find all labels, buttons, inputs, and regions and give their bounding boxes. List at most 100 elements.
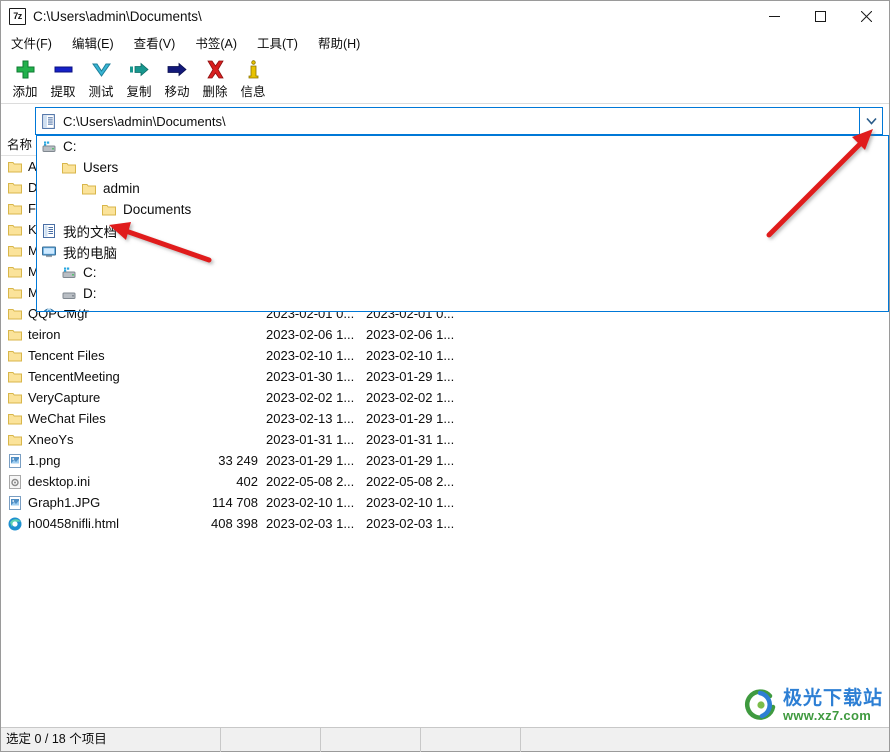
- settings-file-icon: [9, 474, 21, 489]
- dropdown-item-label: Users: [83, 160, 119, 175]
- extract-label: 提取: [50, 85, 76, 99]
- status-segment-3: [321, 727, 421, 752]
- move-button[interactable]: 移动: [158, 55, 196, 100]
- chevron-down-icon: [91, 57, 112, 82]
- file-name-cell: TencentMeeting: [1, 369, 188, 385]
- dropdown-item[interactable]: C:: [37, 136, 888, 157]
- menu-bookmarks[interactable]: 书签(A): [194, 32, 246, 54]
- file-created-cell: 2023-01-29 1...: [366, 411, 455, 426]
- folder-icon: [62, 162, 76, 173]
- table-row[interactable]: desktop.ini 402 2022-05-08 2... 2022-05-08 …: [1, 471, 889, 492]
- minimize-button[interactable]: [751, 1, 797, 32]
- dropdown-item[interactable]: admin: [37, 178, 888, 199]
- file-name-cell: VeryCapture: [1, 390, 188, 406]
- app-icon: 7z: [9, 8, 26, 25]
- dropdown-item[interactable]: 网络: [37, 304, 888, 312]
- image-file-icon: [9, 453, 21, 468]
- table-row[interactable]: h00458nifli.html 408 398 2023-02-03 1... 20…: [1, 513, 889, 534]
- file-name-cell: WeChat Files: [1, 411, 188, 427]
- dropdown-item[interactable]: Documents: [37, 199, 888, 220]
- copy-button[interactable]: 复制: [120, 55, 158, 100]
- folder-icon: [8, 266, 22, 277]
- file-name-label: XneoYs: [28, 432, 74, 447]
- table-row[interactable]: TencentMeeting 2023-01-30 1... 2023-01-29 …: [1, 366, 889, 387]
- file-modified-cell: 2023-02-10 1...: [266, 348, 355, 363]
- drive-icon: [62, 267, 76, 278]
- test-button[interactable]: 测试: [82, 55, 120, 100]
- dropdown-item-label: C:: [63, 139, 77, 154]
- documents-icon: [43, 223, 55, 238]
- path-input[interactable]: C:\Users\admin\Documents\: [35, 107, 859, 135]
- table-row[interactable]: WeChat Files 2023-02-13 1... 2023-01-29 1.…: [1, 408, 889, 429]
- move-arrow-icon: [167, 57, 188, 82]
- toolbar: 添加 提取 测试 复制 移动 删除 信息: [1, 53, 889, 104]
- folder-icon: [8, 371, 22, 382]
- status-segment-4: [421, 727, 521, 752]
- file-name-label: WeChat Files: [28, 411, 106, 426]
- file-name-label: desktop.ini: [28, 474, 91, 489]
- file-name-label: TencentMeeting: [28, 369, 120, 384]
- dropdown-item-label: Documents: [123, 202, 192, 217]
- file-created-cell: 2023-02-06 1...: [366, 327, 455, 342]
- file-name-cell: Graph1.JPG: [1, 495, 188, 511]
- test-label: 测试: [88, 85, 114, 99]
- table-row[interactable]: Graph1.JPG 114 708 2023-02-10 1... 2023-02-…: [1, 492, 889, 513]
- window-controls: [751, 1, 889, 32]
- menu-file[interactable]: 文件(F): [10, 32, 61, 54]
- file-size-cell: 33 249: [218, 453, 258, 468]
- menu-help[interactable]: 帮助(H): [317, 32, 369, 54]
- folder-icon: [8, 308, 22, 319]
- window-title: C:\Users\admin\Documents\: [33, 9, 202, 24]
- file-name-cell: h00458nifli.html: [1, 516, 188, 532]
- dropdown-item-label: 我的电脑: [63, 245, 117, 261]
- dropdown-item-label: 网络: [63, 305, 90, 312]
- extract-button[interactable]: 提取: [44, 55, 82, 100]
- menu-view[interactable]: 查看(V): [133, 32, 185, 54]
- table-row[interactable]: teiron 2023-02-06 1... 2023-02-06 1...: [1, 324, 889, 345]
- dropdown-item[interactable]: Users: [37, 157, 888, 178]
- file-modified-cell: 2023-01-30 1...: [266, 369, 355, 384]
- dropdown-item[interactable]: D:: [37, 283, 888, 304]
- menu-edit[interactable]: 编辑(E): [71, 32, 123, 54]
- table-row[interactable]: VeryCapture 2023-02-02 1... 2023-02-02 1..…: [1, 387, 889, 408]
- file-name-cell: 1.png: [1, 453, 188, 469]
- close-button[interactable]: [843, 1, 889, 32]
- info-label: 信息: [240, 85, 266, 99]
- dropdown-item[interactable]: C:: [37, 262, 888, 283]
- folder-icon: [8, 413, 22, 424]
- delete-x-icon: [205, 57, 226, 82]
- maximize-button[interactable]: [797, 1, 843, 32]
- add-button[interactable]: 添加: [6, 55, 44, 100]
- file-created-cell: 2023-02-02 1...: [366, 390, 455, 405]
- file-name-label: Graph1.JPG: [28, 495, 101, 510]
- file-modified-cell: 2023-02-02 1...: [266, 390, 355, 405]
- plus-icon: [15, 57, 36, 82]
- folder-icon: [8, 350, 22, 361]
- file-modified-cell: 2023-02-06 1...: [266, 327, 355, 342]
- dropdown-item[interactable]: 我的电脑: [37, 241, 888, 262]
- table-row[interactable]: XneoYs 2023-01-31 1... 2023-01-31 1...: [1, 429, 889, 450]
- delete-button[interactable]: 删除: [196, 55, 234, 100]
- dropdown-item-label: admin: [103, 181, 140, 196]
- file-created-cell: 2023-01-31 1...: [366, 432, 455, 447]
- path-dropdown-panel[interactable]: C: Users admin Documents 我的文档我的电脑 C: D: 网络: [36, 135, 889, 312]
- folder-icon: [8, 182, 22, 193]
- file-size-cell: 114 708: [211, 495, 258, 510]
- folder-icon: [8, 287, 22, 298]
- file-created-cell: 2022-05-08 2...: [366, 474, 455, 489]
- folder-icon: [8, 203, 22, 214]
- folder-icon: [8, 329, 22, 340]
- info-button[interactable]: 信息: [234, 55, 272, 100]
- add-label: 添加: [12, 85, 38, 99]
- dropdown-item[interactable]: 我的文档: [37, 220, 888, 241]
- network-icon: [43, 308, 55, 311]
- file-name-cell: desktop.ini: [1, 474, 188, 490]
- table-row[interactable]: 1.png 33 249 2023-01-29 1... 2023-01-29 1..…: [1, 450, 889, 471]
- image-file-icon: [9, 495, 21, 510]
- file-name-label: teiron: [28, 327, 61, 342]
- computer-icon: [42, 246, 56, 257]
- menu-tools[interactable]: 工具(T): [256, 32, 307, 54]
- table-row[interactable]: Tencent Files 2023-02-10 1... 2023-02-10 1…: [1, 345, 889, 366]
- dropdown-item-label: D:: [83, 286, 97, 301]
- path-dropdown-button[interactable]: [859, 107, 883, 135]
